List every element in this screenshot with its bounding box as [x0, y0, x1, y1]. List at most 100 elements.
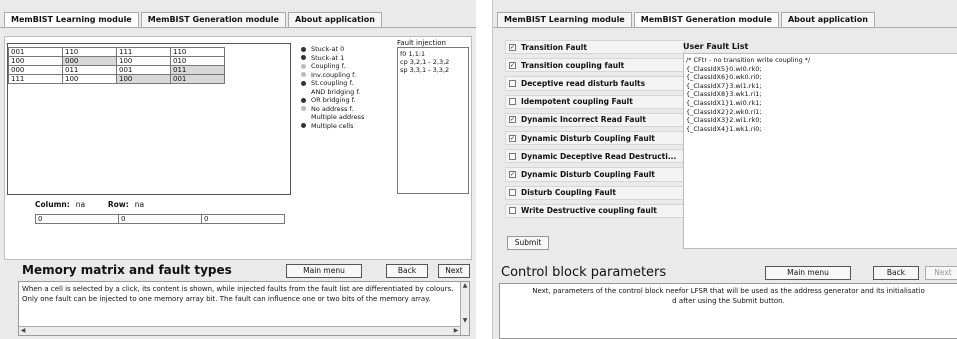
fault-type-item[interactable]: St.coupling f. — [301, 79, 391, 88]
fault-type-item[interactable]: Stuck-at 1 — [301, 54, 391, 63]
learning-module-panel: MemBIST Learning module MemBIST Generati… — [0, 0, 476, 339]
fault-option[interactable]: Idempotent coupling Fault — [505, 94, 685, 109]
fault-type-item[interactable]: OR bridging f. — [301, 96, 391, 105]
fault-injection-item[interactable]: f0 1,1:1 — [400, 50, 466, 58]
matrix-cell[interactable]: 111 — [8, 74, 63, 84]
tab-about-application[interactable]: About application — [287, 12, 382, 27]
user-fault-line: /* CFtr - no transition write coupling *… — [686, 56, 811, 64]
memory-matrix-table: 001 110 111 110 100 000 100 010 000 011 … — [8, 47, 225, 84]
cell-position: Column: na Row: na — [35, 200, 144, 209]
fault-type-item[interactable]: Coupling f. — [301, 62, 391, 71]
matrix-cell[interactable]: 110 — [62, 47, 117, 57]
fault-type-item[interactable]: Multiple cells — [301, 122, 391, 131]
fault-injection-title: Fault injection — [397, 39, 446, 47]
tab-learning-module[interactable]: MemBIST Learning module — [4, 12, 139, 27]
matrix-cell[interactable]: 001 — [116, 65, 171, 75]
matrix-cell[interactable]: 110 — [170, 47, 225, 57]
column-value: na — [75, 200, 86, 209]
memory-matrix: 001 110 111 110 100 000 100 010 000 011 … — [7, 43, 291, 195]
right-tab-bar: MemBIST Learning module MemBIST Generati… — [497, 12, 877, 27]
matrix-row: 000 011 001 011 — [8, 65, 225, 75]
vertical-scrollbar[interactable]: ▲ ▼ — [460, 282, 469, 335]
checkbox-checked-icon[interactable]: ✓ — [509, 43, 516, 51]
fault-color-icon — [301, 115, 306, 120]
matrix-cell[interactable]: 100 — [8, 56, 63, 66]
checkbox-checked-icon[interactable]: ✓ — [509, 116, 516, 124]
back-button[interactable]: Back — [386, 264, 428, 278]
tab-learning-module[interactable]: MemBIST Learning module — [497, 12, 632, 27]
fault-type-label: Inv.coupling f. — [311, 70, 357, 79]
fault-option[interactable]: ✓ Transition coupling fault — [505, 58, 685, 73]
fault-type-list: Stuck-at 0 Stuck-at 1 Coupling f. Inv.co… — [301, 45, 391, 130]
fault-option[interactable]: ✓ Dynamic Incorrect Read Fault — [505, 112, 685, 127]
matrix-cell[interactable]: 100 — [116, 74, 171, 84]
fault-option[interactable]: Dynamic Deceptive Read Destructi... — [505, 149, 685, 164]
scroll-down-icon[interactable]: ▼ — [461, 317, 469, 325]
tab-about-application[interactable]: About application — [780, 12, 875, 27]
fault-option-label: Disturb Coupling Fault — [521, 188, 616, 198]
user-fault-line: {_ClassIdX6}0.wk0.ri0; — [686, 73, 762, 82]
checkbox-unchecked-icon[interactable] — [509, 98, 516, 106]
fault-option[interactable]: ✓ Transition Fault — [505, 40, 685, 55]
checkbox-checked-icon[interactable]: ✓ — [509, 170, 516, 178]
user-fault-list-title: User Fault List — [683, 42, 749, 51]
fault-injection-item[interactable]: cp 3,2,1 - 2,3,2 — [400, 58, 466, 66]
fault-option-label: Dynamic Deceptive Read Destructi... — [521, 151, 677, 161]
main-menu-button[interactable]: Main menu — [765, 266, 851, 280]
fault-type-label: Stuck-at 0 — [311, 45, 345, 54]
fault-option[interactable]: ✓ Dynamic Disturb Coupling Fault — [505, 130, 685, 146]
fault-type-item[interactable]: No address f. — [301, 105, 391, 114]
checkbox-unchecked-icon[interactable] — [509, 189, 516, 197]
fault-option[interactable]: Deceptive read disturb faults — [505, 76, 685, 91]
fault-option[interactable]: Disturb Coupling Fault — [505, 185, 685, 200]
next-button[interactable]: Next — [925, 266, 957, 280]
fault-type-item[interactable]: Multiple address — [301, 113, 391, 122]
fault-injection-list[interactable]: f0 1,1:1 cp 3,2,1 - 2,3,2 sp 3,3,1 - 3,3… — [397, 47, 469, 194]
matrix-cell[interactable]: 010 — [170, 56, 225, 66]
matrix-cell[interactable]: 001 — [170, 74, 225, 84]
fault-option[interactable]: Write Destructive coupling fault — [505, 203, 685, 218]
fault-color-icon — [301, 63, 306, 69]
fault-color-icon — [301, 80, 306, 86]
user-fault-list[interactable]: /* CFtr - no transition write coupling *… — [683, 53, 957, 249]
tab-generation-module[interactable]: MemBIST Generation module — [140, 12, 286, 27]
matrix-cell[interactable]: 000 — [8, 65, 63, 75]
checkbox-unchecked-icon[interactable] — [509, 79, 516, 87]
next-button[interactable]: Next — [438, 264, 470, 278]
matrix-cell[interactable]: 000 — [62, 56, 117, 66]
matrix-cell[interactable]: 001 — [8, 47, 63, 57]
fault-option-label: Dynamic Incorrect Read Fault — [521, 115, 646, 125]
fault-type-label: AND bridging f. — [311, 87, 361, 96]
matrix-cell[interactable]: 100 — [62, 74, 117, 84]
submit-button[interactable]: Submit — [507, 236, 549, 250]
checkbox-unchecked-icon[interactable] — [509, 207, 516, 215]
matrix-cell[interactable]: 011 — [170, 65, 225, 75]
checkbox-unchecked-icon[interactable] — [509, 152, 516, 160]
row-value: na — [134, 200, 145, 209]
description-line: Next, parameters of the control block ne… — [532, 287, 925, 295]
matrix-cell[interactable]: 111 — [116, 47, 171, 57]
back-button[interactable]: Back — [873, 266, 919, 280]
fault-injection-item[interactable]: sp 3,3,1 - 3,3,2 — [400, 66, 466, 74]
fault-type-label: Multiple cells — [311, 121, 354, 130]
fault-type-item[interactable]: Inv.coupling f. — [301, 71, 391, 80]
checkbox-checked-icon[interactable]: ✓ — [509, 61, 516, 69]
section-title: Control block parameters — [501, 265, 667, 280]
horizontal-scrollbar[interactable]: ◀ ▶ — [19, 326, 460, 335]
matrix-cell[interactable]: 011 — [62, 65, 117, 75]
fault-type-item[interactable]: Stuck-at 0 — [301, 45, 391, 54]
tab-generation-module[interactable]: MemBIST Generation module — [633, 12, 779, 27]
main-menu-button[interactable]: Main menu — [286, 264, 362, 278]
section-title: Memory matrix and fault types — [22, 263, 232, 277]
fault-option[interactable]: ✓ Dynamic Disturb Coupling Fault — [505, 167, 685, 182]
fault-type-item[interactable]: AND bridging f. — [301, 88, 391, 97]
fault-option-label: Idempotent coupling Fault — [521, 97, 633, 107]
fault-option-label: Transition Fault — [521, 42, 587, 52]
section-header: Control block parameters — [501, 265, 666, 280]
matrix-cell[interactable]: 100 — [116, 56, 171, 66]
scroll-up-icon[interactable]: ▲ — [461, 282, 469, 290]
scroll-left-icon[interactable]: ◀ — [19, 327, 27, 335]
scroll-right-icon[interactable]: ▶ — [452, 327, 460, 335]
fault-option-label: Dynamic Disturb Coupling Fault — [521, 133, 655, 143]
checkbox-checked-icon[interactable]: ✓ — [509, 134, 516, 142]
